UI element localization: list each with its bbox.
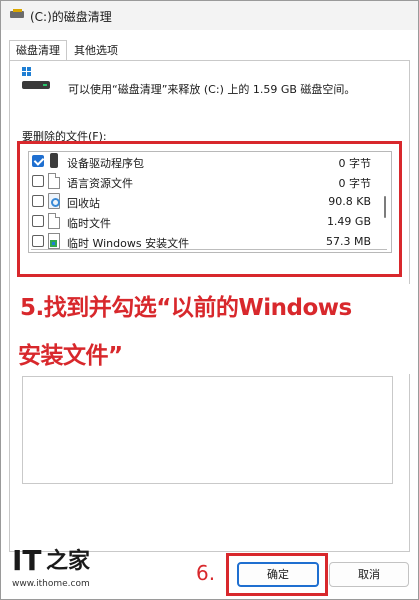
annotation-step5-line1: 5.找到并勾选“以前的Windows bbox=[20, 295, 352, 321]
annotation-highlight-list bbox=[17, 141, 402, 277]
annotation-step5-line2: 安装文件” bbox=[18, 343, 123, 369]
description-box bbox=[22, 376, 393, 484]
tab-disk-cleanup[interactable]: 磁盘清理 bbox=[9, 40, 67, 62]
logo-cjk: 之家 bbox=[46, 549, 91, 574]
ok-button[interactable]: 确定 bbox=[237, 562, 319, 587]
window-title: (C:)的磁盘清理 bbox=[30, 10, 112, 24]
tab-more-options[interactable]: 其他选项 bbox=[67, 40, 125, 61]
disk-cleanup-icon bbox=[10, 9, 24, 21]
tab-strip: 磁盘清理 其他选项 bbox=[9, 40, 125, 62]
ithome-logo: IT 之家 www.ithome.com bbox=[12, 546, 92, 596]
logo-url: www.ithome.com bbox=[12, 579, 90, 589]
space-summary-text: 可以使用“磁盘清理”来释放 (C:) 上的 1.59 GB 磁盘空间。 bbox=[68, 83, 356, 96]
annotation-caption: 5.找到并勾选“以前的Windows 安装文件” bbox=[12, 284, 410, 374]
logo-latin: IT bbox=[12, 544, 42, 577]
title-bar: (C:)的磁盘清理 bbox=[0, 0, 419, 30]
drive-icon bbox=[20, 67, 52, 97]
annotation-step6-label: 6. bbox=[196, 561, 216, 585]
cancel-button[interactable]: 取消 bbox=[329, 562, 409, 587]
